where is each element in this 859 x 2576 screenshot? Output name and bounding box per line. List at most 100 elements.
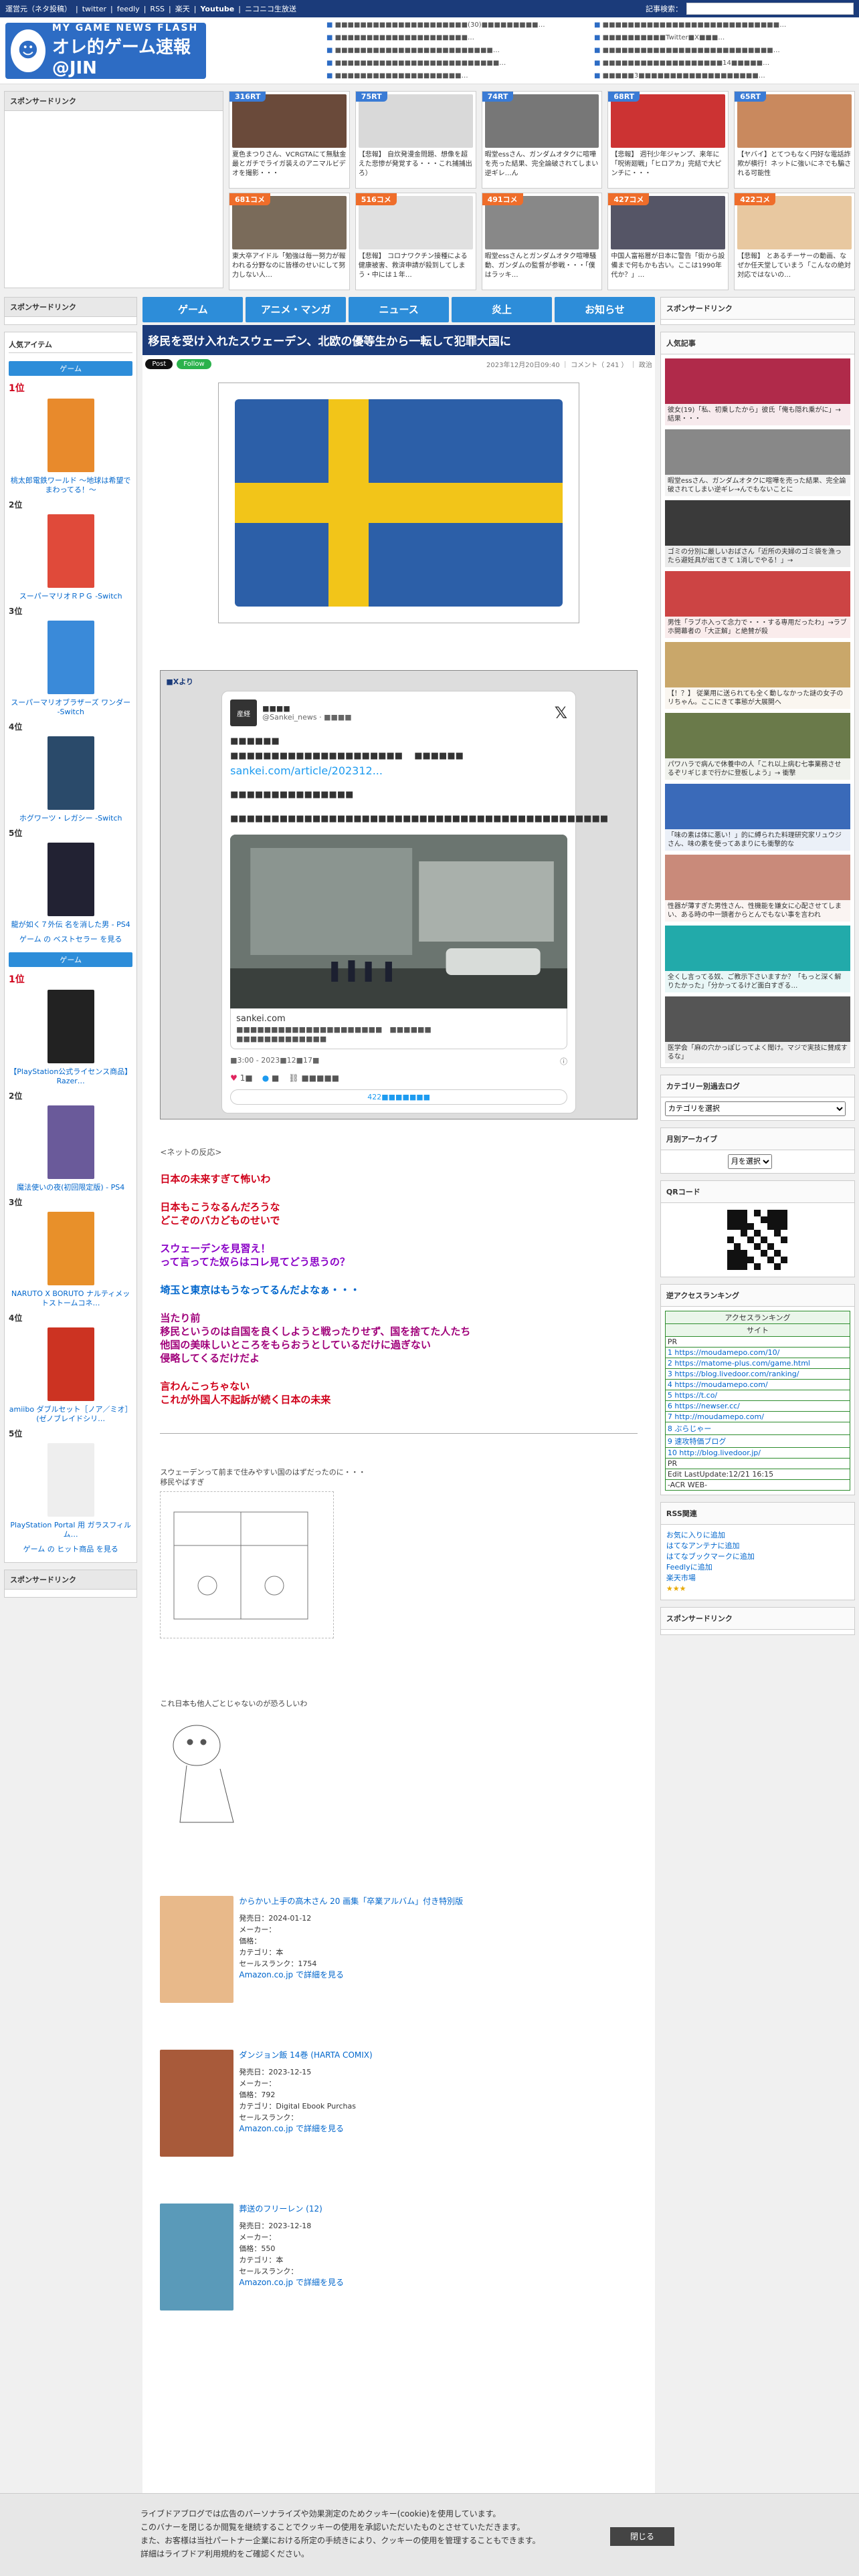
product-title[interactable]: スーパーマリオブラザーズ ワンダー -Switch bbox=[9, 698, 132, 717]
top-link[interactable]: 楽天 bbox=[175, 3, 190, 14]
popular-article-title[interactable]: 男性「ラブホ入って念力で・・・する専用だったわ」→ラブホ開幕者の「大正解」と絶賛… bbox=[664, 617, 850, 638]
popular-article-title[interactable]: 性器が薄すぎた男性さん、性機能を嫌女に心配させてしまい、ある時の中一頭者からとん… bbox=[664, 900, 850, 922]
nav-info[interactable]: お知らせ bbox=[554, 297, 655, 322]
ranking-item[interactable]: 1位 桃太郎電鉄ワールド ～地球は希望でまわってる！～ bbox=[9, 381, 132, 495]
acr-row[interactable]: PR bbox=[664, 1336, 851, 1348]
product-cover[interactable] bbox=[47, 990, 94, 1063]
header-link[interactable]: ■■■■■■■■■■■■■■■■■■■■■… bbox=[326, 31, 581, 44]
trending-title[interactable]: 【悲報】 自炊発漫金問題、想像を超えた悲惨が発覚する・・・これ捕捕出ろ） bbox=[359, 148, 473, 185]
trending-thumbnail[interactable] bbox=[358, 94, 473, 148]
header-link[interactable]: ■■■■■■■■■■Twitter■X■■■… bbox=[594, 31, 848, 44]
header-link[interactable]: ■■■■■■■■■■■■■■■■■■■■■■■■■■■… bbox=[594, 44, 848, 57]
reply-button[interactable]: ● ■ bbox=[262, 1073, 280, 1083]
nav-anime[interactable]: アニメ・マンガ bbox=[246, 297, 347, 322]
top-link[interactable]: feedly bbox=[117, 5, 140, 13]
book-cover[interactable] bbox=[160, 2204, 234, 2311]
popular-article[interactable]: 医学会「麻の穴かっぽじってよく聞け。マジで実技に賛成するな」 bbox=[664, 996, 850, 1063]
product-cover[interactable] bbox=[47, 621, 94, 694]
ranking-item[interactable]: 5位 PlayStation Portal 用 ガラスフィルム… bbox=[9, 1428, 132, 1539]
ranking-item[interactable]: 2位 スーパーマリオＲＰＧ -Switch bbox=[9, 499, 132, 601]
popular-article[interactable]: 男性「ラブホ入って念力で・・・する専用だったわ」→ラブホ開幕者の「大正解」と絶賛… bbox=[664, 571, 850, 638]
avatar[interactable]: 産経 bbox=[230, 700, 258, 726]
product-title-link[interactable]: 葬送のフリーレン (12) bbox=[239, 2204, 322, 2214]
popular-article-title[interactable]: 「味の素は体に悪い！」的に縛られた料理研究家リュウジさん、味の素を使ってあまりに… bbox=[664, 829, 850, 851]
popular-article-title[interactable]: 全くし言ってる奴、ご教示下さいますか？「もっと深く解りたかった」「分かってるけど… bbox=[664, 971, 850, 992]
product-title[interactable]: 魔法使いの夜(初回限定版) - PS4 bbox=[9, 1183, 132, 1192]
like-button[interactable]: ♥ 1■ bbox=[230, 1073, 253, 1083]
tweet-time[interactable]: ■3:00 - 2023■12■17■ bbox=[230, 1056, 319, 1067]
rss-link[interactable]: Feedlyに追加 bbox=[666, 1563, 712, 1572]
trending-title[interactable]: 【ヤバイ】とてつもなく円好な電話詐欺が横行！ネットに強いにネでも騙される可能性 bbox=[737, 148, 852, 185]
follow-button[interactable]: Follow bbox=[177, 359, 211, 369]
acr-row[interactable]: 6 https://newser.cc/ bbox=[664, 1400, 851, 1412]
book-cover[interactable] bbox=[160, 1896, 234, 2003]
trending-title[interactable]: 夏色まつりさん、VCRGTAにて無駄金最とガチでライガ装えのアニマルビデオを撮影… bbox=[232, 148, 347, 185]
copy-link-button[interactable]: ⛓ ■■■■■ bbox=[288, 1073, 339, 1083]
bestseller-link[interactable]: ゲーム の ベストセラー を見る bbox=[19, 935, 122, 944]
product-title[interactable]: 桃太郎電鉄ワールド ～地球は希望でまわってる！～ bbox=[9, 476, 132, 495]
product-title[interactable]: PlayStation Portal 用 ガラスフィルム… bbox=[9, 1521, 132, 1539]
header-link[interactable]: ■■■■■■■■■■■■■■■■■■■■■■■■■… bbox=[326, 44, 581, 57]
product-title[interactable]: amiibo ダブルセット［ノア／ミオ］ (ゼノブレイドシリ… bbox=[9, 1405, 132, 1424]
trending-thumbnail[interactable] bbox=[232, 94, 347, 148]
acr-row[interactable]: PR bbox=[664, 1458, 851, 1469]
search-input[interactable] bbox=[686, 3, 854, 15]
x-logo-icon[interactable]: 𝕏 bbox=[555, 704, 567, 722]
ranking-item[interactable]: 4位 amiibo ダブルセット［ノア／ミオ］ (ゼノブレイドシリ… bbox=[9, 1312, 132, 1424]
popular-article-title[interactable]: ゴミの分別に厳しいおばさん「近所の夫婦のゴミ袋を漁ったら避妊具が出てきて 1消し… bbox=[664, 546, 850, 567]
product-title-link[interactable]: ダンジョン飯 14巻 (HARTA COMIX) bbox=[239, 2050, 372, 2060]
product-cover[interactable] bbox=[47, 736, 94, 810]
popular-article[interactable]: 【！？】 従業用に送られても全く動しなかった謎の女子のリちゃん。ここにきて事態が… bbox=[664, 642, 850, 709]
popular-article[interactable]: 彼女(19)「私、初乗したから」彼氏「俺も隠れ乗がに」→ 結果・・・ bbox=[664, 358, 850, 425]
tweet-link[interactable]: sankei.com/article/202312... bbox=[230, 764, 567, 778]
trending-thumbnail[interactable] bbox=[611, 94, 726, 148]
header-link[interactable]: ■■■■■■■■■■■■■■■■■■■■■■■■■■… bbox=[326, 57, 581, 70]
nav-news[interactable]: ニュース bbox=[349, 297, 450, 322]
product-title[interactable]: スーパーマリオＲＰＧ -Switch bbox=[9, 592, 132, 601]
product-title[interactable]: NARUTO X BORUTO ナルティメットストームコネ… bbox=[9, 1289, 132, 1308]
product-cover[interactable] bbox=[47, 514, 94, 588]
popular-article-title[interactable]: 医学会「麻の穴かっぽじってよく聞け。マジで実技に賛成するな」 bbox=[664, 1042, 850, 1063]
popular-article[interactable]: 「味の素は体に悪い！」的に縛られた料理研究家リュウジさん、味の素を使ってあまりに… bbox=[664, 784, 850, 851]
amazon-link[interactable]: Amazon.co.jp で詳細を見る bbox=[239, 1970, 344, 1979]
acr-row[interactable]: -ACR WEB- bbox=[664, 1479, 851, 1491]
nav-enjo[interactable]: 炎上 bbox=[452, 297, 552, 322]
trending-title[interactable]: 【悲報】 コロナワクチン接種による健康被害、救済申請が殺到してしまう・中には１年… bbox=[359, 249, 473, 287]
acr-row[interactable]: 8 ぶらじゃー bbox=[664, 1422, 851, 1435]
trending-thumbnail[interactable] bbox=[737, 94, 852, 148]
amazon-link[interactable]: Amazon.co.jp で詳細を見る bbox=[239, 2124, 344, 2133]
acr-row[interactable]: 5 https://t.co/ bbox=[664, 1390, 851, 1401]
acr-row[interactable]: 7 http://moudamepo.com/ bbox=[664, 1411, 851, 1422]
trending-item[interactable]: 681コメ 東大卒アイドル「勉強は毎一努力が報われる分野なのに皆様のせいにして努… bbox=[229, 193, 350, 290]
header-link[interactable]: ■■■■■■■■■■■■■■■■■■■■■(30)■■■■■■■■■… bbox=[326, 19, 581, 31]
trending-title[interactable]: 【悲報】 週刊少年ジャンプ、来年に「呪術廻戦」「ヒロアカ」完結で大ピンチに・・・ bbox=[611, 148, 725, 185]
cookie-close-button[interactable]: 閉じる bbox=[610, 2527, 675, 2546]
ranking-item[interactable]: 3位 NARUTO X BORUTO ナルティメットストームコネ… bbox=[9, 1196, 132, 1308]
popular-article[interactable]: パワハラで病んで休養中の人「これ以上病む七事業務させるぞリギじまで行かに登板しよ… bbox=[664, 713, 850, 780]
header-link[interactable]: ■■■■■■■■■■■■■■■■■■■14■■■■■… bbox=[594, 57, 848, 70]
acr-row[interactable]: 2 https://matome-plus.com/game.html bbox=[664, 1358, 851, 1369]
month-select[interactable]: 月を選択 bbox=[727, 1154, 772, 1169]
rss-link[interactable]: 楽天市場 bbox=[666, 1574, 696, 1582]
top-link[interactable]: twitter bbox=[82, 5, 106, 13]
tweet-photo[interactable] bbox=[230, 835, 568, 1008]
popular-article[interactable]: 暇堂essさん、ガンダムオタクに喧嘩を売った結果、完全論破されてしまい逆ギレ→ん… bbox=[664, 429, 850, 496]
tweet-handle[interactable]: @Sankei_news · ■■■■ bbox=[262, 713, 352, 722]
product-cover[interactable] bbox=[47, 843, 94, 916]
acr-row[interactable]: Edit LastUpdate:12/21 16:15 bbox=[664, 1469, 851, 1480]
header-link[interactable]: ■■■■■■■■■■■■■■■■■■■■■■■■■■■■… bbox=[594, 19, 848, 31]
popular-article-title[interactable]: 暇堂essさん、ガンダムオタクに喧嘩を売った結果、完全論破されてしまい逆ギレ→ん… bbox=[664, 475, 850, 496]
ranking-item[interactable]: 2位 魔法使いの夜(初回限定版) - PS4 bbox=[9, 1090, 132, 1192]
trending-item[interactable]: 316RT 夏色まつりさん、VCRGTAにて無駄金最とガチでライガ装えのアニマル… bbox=[229, 91, 350, 189]
hit-items-link[interactable]: ゲーム の ヒット商品 を見る bbox=[23, 1545, 118, 1553]
popular-article[interactable]: 性器が薄すぎた男性さん、性機能を嫌女に心配させてしまい、ある時の中一頭者からとん… bbox=[664, 855, 850, 922]
acr-row[interactable]: 10 http://blog.livedoor.jp/ bbox=[664, 1447, 851, 1459]
header-link[interactable]: ■■■■■■■■■■■■■■■■■■■■… bbox=[326, 70, 581, 82]
trending-title[interactable]: 【悲報】 とあるチーサーの動画、なぜか任天堂していまう「こんなの絶対対応ではない… bbox=[737, 249, 852, 287]
trending-item[interactable]: 427コメ 中国人富裕層が日本に警告「街から設備まで何もかも古い。ここは1990… bbox=[607, 193, 729, 290]
rss-link[interactable]: お気に入りに追加 bbox=[666, 1531, 725, 1539]
amazon-link[interactable]: Amazon.co.jp で詳細を見る bbox=[239, 2278, 344, 2287]
tweet-author[interactable]: ■■■■ bbox=[262, 704, 352, 713]
trending-item[interactable]: 422コメ 【悲報】 とあるチーサーの動画、なぜか任天堂していまう「こんなの絶対… bbox=[734, 193, 855, 290]
ranking-item[interactable]: 4位 ホグワーツ・レガシー -Switch bbox=[9, 721, 132, 823]
